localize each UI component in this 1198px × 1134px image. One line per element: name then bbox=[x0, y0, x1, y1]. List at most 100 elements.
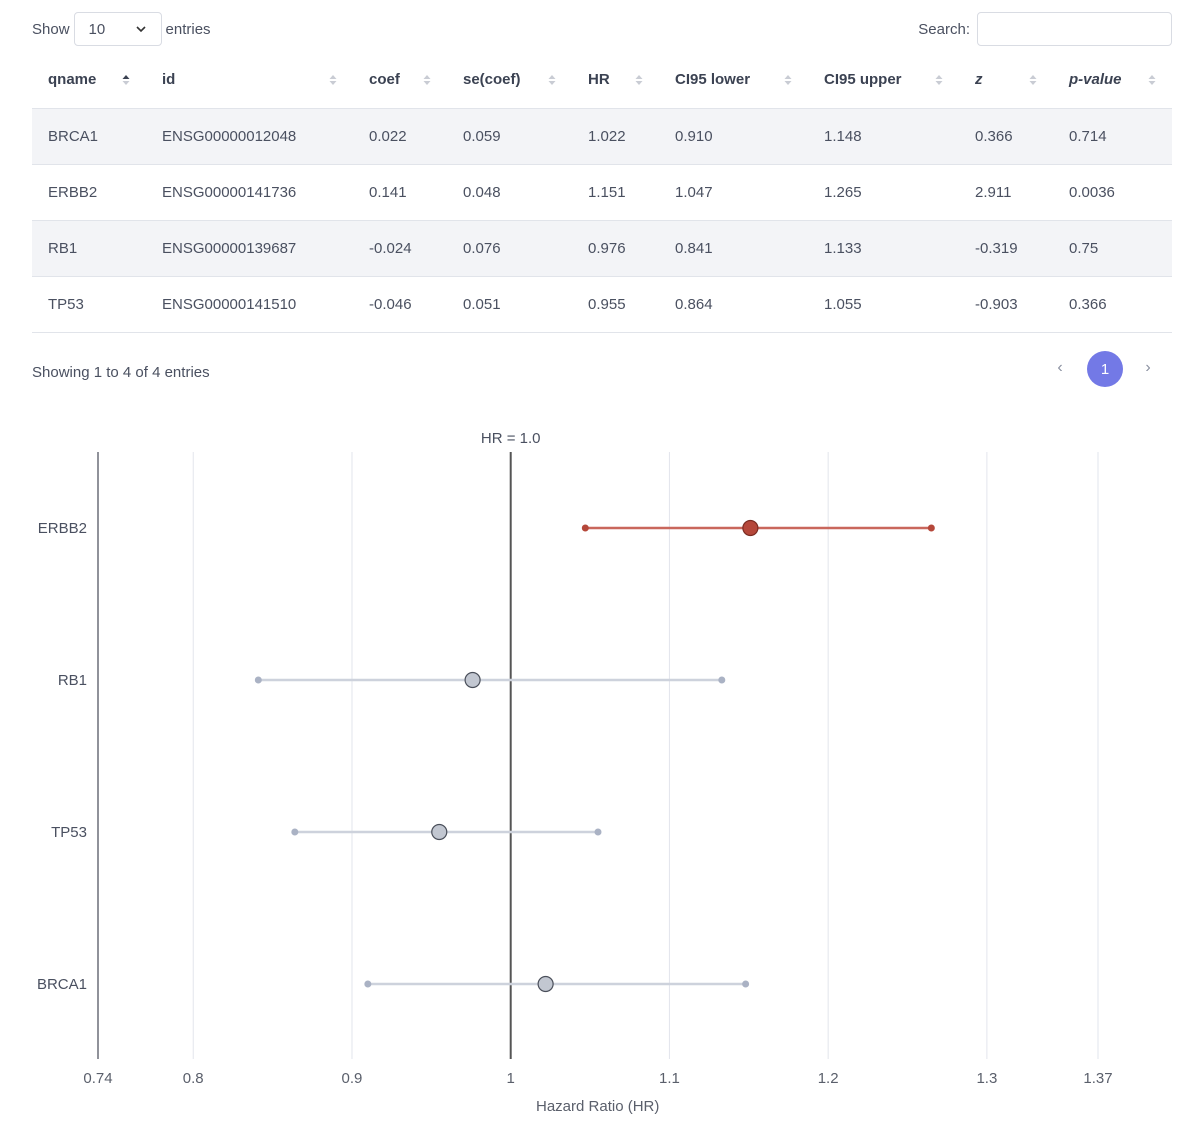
table-cell: -0.024 bbox=[353, 220, 447, 277]
ci-lower-marker bbox=[581, 524, 589, 532]
column-header-label: coef bbox=[369, 71, 400, 89]
column-header-label: se(coef) bbox=[463, 71, 521, 89]
column-header[interactable]: coef bbox=[353, 52, 447, 109]
table-row[interactable]: ERBB2 ENSG00000141736 0.141 0.048 1.151 1.047… bbox=[32, 164, 1172, 221]
entries-label: entries bbox=[165, 20, 211, 38]
table-cell: 0.366 bbox=[1053, 276, 1172, 333]
ci-upper-marker bbox=[594, 828, 602, 836]
table-cell: 0.048 bbox=[447, 164, 572, 221]
pagination: ‹ 1 › bbox=[1044, 351, 1166, 387]
x-tick-label: 1.3 bbox=[976, 1070, 997, 1087]
table-cell: ENSG00000139687 bbox=[146, 220, 353, 277]
x-tick-label: 1.37 bbox=[1083, 1070, 1112, 1087]
previous-page-button[interactable]: ‹ bbox=[1052, 359, 1068, 379]
table-cell: -0.319 bbox=[959, 220, 1053, 277]
column-header-label: CI95 lower bbox=[675, 71, 751, 89]
table-cell: 0.059 bbox=[447, 108, 572, 165]
table-row[interactable]: TP53 ENSG00000141510 -0.046 0.051 0.955 0.864… bbox=[32, 276, 1172, 333]
column-header[interactable]: HR bbox=[572, 52, 659, 109]
table-cell: 0.141 bbox=[353, 164, 447, 221]
table-cell: 0.022 bbox=[353, 108, 447, 165]
x-tick-label: 1.2 bbox=[818, 1070, 839, 1087]
next-page-button[interactable]: › bbox=[1140, 359, 1156, 379]
table-row[interactable]: BRCA1 ENSG00000012048 0.022 0.059 1.022 0.910… bbox=[32, 108, 1172, 165]
page-1-button[interactable]: 1 bbox=[1087, 351, 1123, 387]
table-cell: 0.910 bbox=[659, 108, 808, 165]
reference-line-label: HR = 1.0 bbox=[481, 430, 541, 447]
sort-icon bbox=[423, 74, 431, 85]
table-cell: ENSG00000141736 bbox=[146, 164, 353, 221]
table-cell: 2.911 bbox=[959, 164, 1053, 221]
x-axis-label: Hazard Ratio (HR) bbox=[536, 1098, 659, 1115]
x-tick-label: 0.8 bbox=[183, 1070, 204, 1087]
column-header-label: CI95 upper bbox=[824, 71, 902, 89]
column-header-label: id bbox=[162, 71, 176, 89]
ci-upper-marker bbox=[927, 524, 935, 532]
table-cell: 1.055 bbox=[808, 276, 959, 333]
table-cell: ERBB2 bbox=[32, 164, 146, 221]
column-header[interactable]: CI95 lower bbox=[659, 52, 808, 109]
column-header[interactable]: qname bbox=[32, 52, 146, 109]
y-tick-label: ERBB2 bbox=[38, 520, 87, 537]
ci-lower-marker bbox=[291, 828, 299, 836]
table-cell: 0.076 bbox=[447, 220, 572, 277]
table-cell: ENSG00000141510 bbox=[146, 276, 353, 333]
ci-lower-marker bbox=[254, 676, 262, 684]
table-cell: 1.265 bbox=[808, 164, 959, 221]
table-cell: 0.841 bbox=[659, 220, 808, 277]
table-cell: 0.714 bbox=[1053, 108, 1172, 165]
table-cell: ENSG00000012048 bbox=[146, 108, 353, 165]
table-cell: 1.148 bbox=[808, 108, 959, 165]
table-cell: RB1 bbox=[32, 220, 146, 277]
column-header[interactable]: CI95 upper bbox=[808, 52, 959, 109]
sort-icon bbox=[548, 74, 556, 85]
x-tick-label: 1 bbox=[507, 1070, 515, 1087]
column-header[interactable]: id bbox=[146, 52, 353, 109]
search-label: Search: bbox=[918, 20, 970, 38]
table-cell: -0.046 bbox=[353, 276, 447, 333]
column-header[interactable]: se(coef) bbox=[447, 52, 572, 109]
forest-plot: HR = 1.0 0.74 0.8 0.9 1 1.1 1.2 1.3 1.37 Hazard R… bbox=[37, 430, 1113, 1115]
entries-select[interactable]: 10 bbox=[73, 12, 162, 46]
search-box: Search: bbox=[918, 12, 1172, 46]
sort-icon bbox=[784, 74, 792, 85]
sort-asc-icon bbox=[122, 74, 130, 85]
hr-point bbox=[431, 823, 448, 841]
table-cell: -0.903 bbox=[959, 276, 1053, 333]
chevron-down-icon bbox=[135, 26, 146, 33]
table-cell: 0.864 bbox=[659, 276, 808, 333]
table-cell: 0.366 bbox=[959, 108, 1053, 165]
hr-point bbox=[537, 975, 554, 993]
table-row[interactable]: RB1 ENSG00000139687 -0.024 0.076 0.976 0.841 1… bbox=[32, 220, 1172, 277]
table-cell: 0.0036 bbox=[1053, 164, 1172, 221]
table-cell: 0.976 bbox=[572, 220, 659, 277]
column-header[interactable]: p-value bbox=[1053, 52, 1172, 109]
hr-point bbox=[742, 519, 759, 537]
table-cell: 1.151 bbox=[572, 164, 659, 221]
sort-icon bbox=[635, 74, 643, 85]
table-body: BRCA1 ENSG00000012048 0.022 0.059 1.022 0.910… bbox=[32, 108, 1172, 333]
table-cell: TP53 bbox=[32, 276, 146, 333]
show-label: Show bbox=[32, 20, 70, 38]
table-header-row: qname id coef se(coef) HR CI95 lower CI95 uppe… bbox=[32, 52, 1172, 109]
column-header-label: p-value bbox=[1069, 71, 1122, 89]
ci-upper-marker bbox=[742, 980, 750, 988]
entries-select-value: 10 bbox=[88, 20, 106, 38]
table-cell: 0.75 bbox=[1053, 220, 1172, 277]
sort-icon bbox=[1029, 74, 1037, 85]
column-header-label: HR bbox=[588, 71, 610, 89]
table-cell: 0.051 bbox=[447, 276, 572, 333]
table-cell: 0.955 bbox=[572, 276, 659, 333]
table-cell: 1.022 bbox=[572, 108, 659, 165]
x-tick-label: 0.9 bbox=[342, 1070, 363, 1087]
x-tick-label: 0.74 bbox=[83, 1070, 112, 1087]
sort-icon bbox=[935, 74, 943, 85]
table-cell: BRCA1 bbox=[32, 108, 146, 165]
sort-icon bbox=[1148, 74, 1156, 85]
column-header[interactable]: z bbox=[959, 52, 1053, 109]
column-header-label: qname bbox=[48, 71, 97, 89]
results-table: qname id coef se(coef) HR CI95 lower CI95 uppe… bbox=[32, 52, 1172, 333]
search-input[interactable] bbox=[977, 12, 1172, 46]
table-info: Showing 1 to 4 of 4 entries bbox=[32, 364, 210, 381]
hr-point bbox=[464, 671, 481, 689]
